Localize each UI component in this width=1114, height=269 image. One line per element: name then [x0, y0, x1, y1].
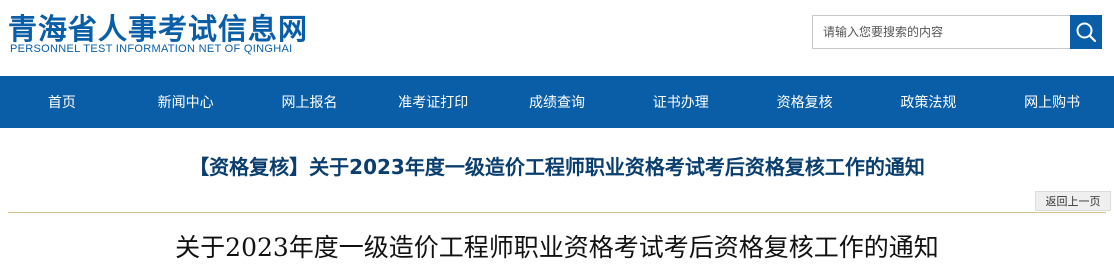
article-heading: 【资格复核】关于2023年度一级造价工程师职业资格考试考后资格复核工作的通知	[189, 155, 925, 179]
site-header: 青海省人事考试信息网 PERSONNEL TEST INFORMATION NE…	[0, 0, 1114, 76]
main-nav: 首页 新闻中心 网上报名 准考证打印 成绩查询 证书办理 资格复核 政策法规 网…	[0, 76, 1114, 128]
nav-item-policies[interactable]: 政策法规	[866, 76, 990, 128]
divider	[8, 212, 1106, 213]
nav-item-certificate[interactable]: 证书办理	[619, 76, 743, 128]
page: 青海省人事考试信息网 PERSONNEL TEST INFORMATION NE…	[0, 0, 1114, 269]
nav-item-admission-ticket[interactable]: 准考证打印	[371, 76, 495, 128]
site-subtitle: PERSONNEL TEST INFORMATION NET OF QINGHA…	[10, 43, 293, 55]
nav-item-registration[interactable]: 网上报名	[248, 76, 372, 128]
search-button[interactable]	[1070, 15, 1102, 49]
search-input[interactable]	[812, 15, 1070, 49]
nav-item-qualification-review[interactable]: 资格复核	[743, 76, 867, 128]
site-title[interactable]: 青海省人事考试信息网	[8, 6, 308, 48]
nav-item-home[interactable]: 首页	[0, 76, 124, 128]
search-icon	[1076, 22, 1097, 43]
back-button[interactable]: 返回上一页	[1035, 191, 1111, 211]
nav-item-bookstore[interactable]: 网上购书	[990, 76, 1114, 128]
search-bar	[812, 15, 1102, 49]
nav-item-news[interactable]: 新闻中心	[124, 76, 248, 128]
document-title: 关于2023年度一级造价工程师职业资格考试考后资格复核工作的通知	[175, 233, 939, 262]
nav-item-score-query[interactable]: 成绩查询	[495, 76, 619, 128]
